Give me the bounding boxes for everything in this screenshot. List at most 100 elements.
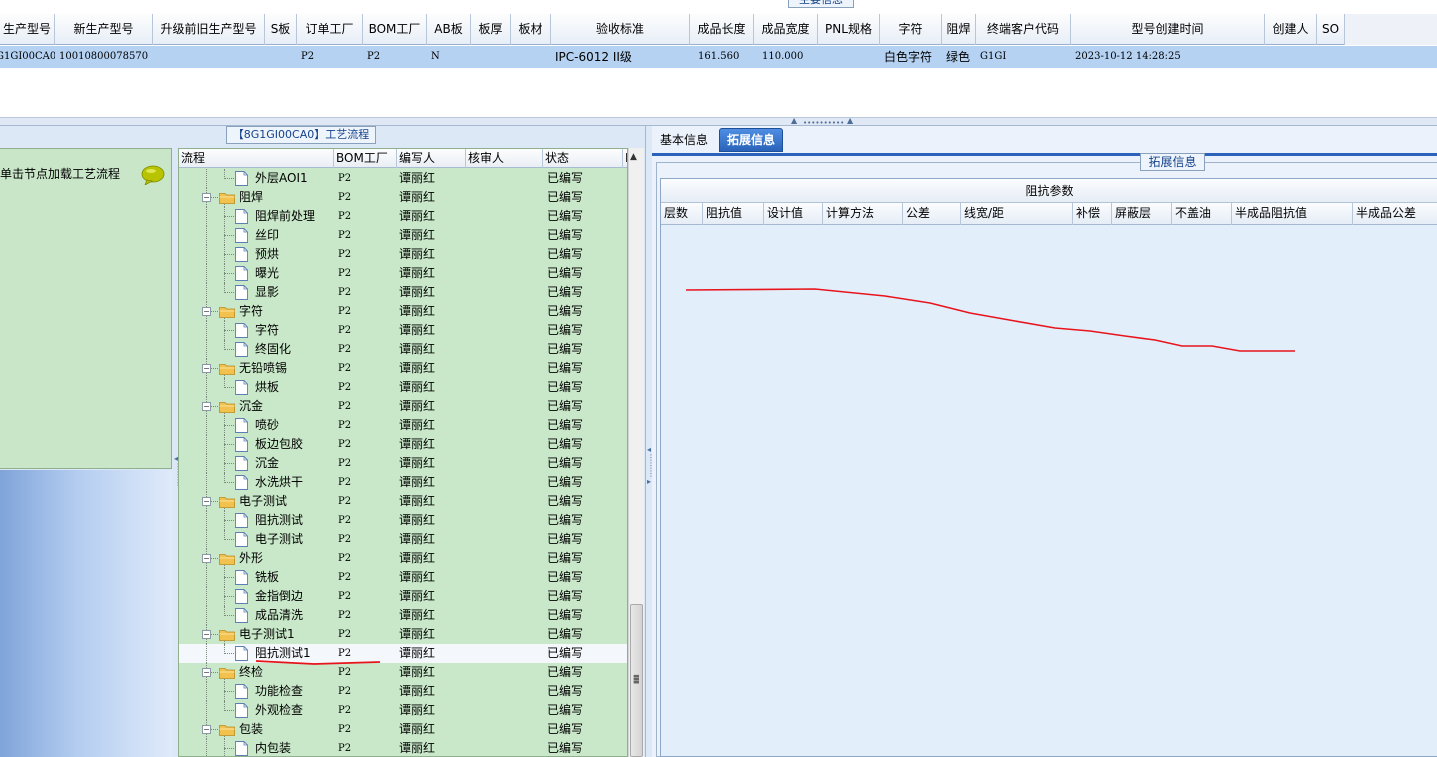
tree-bom-cell[interactable]: P2 — [334, 207, 397, 226]
tree-status-cell[interactable]: 已编写 — [543, 378, 623, 397]
main-row-cell[interactable]: IPC-6012 II级 — [551, 46, 690, 68]
tree-bom-cell[interactable]: P2 — [334, 169, 397, 188]
tree-group-row[interactable]: − 外形 P2 谭丽红 已编写 — [179, 549, 627, 568]
main-row-cell[interactable]: P2 — [363, 46, 427, 68]
tree-name-cell[interactable]: − 电子测试1 — [179, 625, 334, 644]
tree-reviewer-cell[interactable] — [466, 663, 543, 682]
tree-reviewer-cell[interactable] — [466, 245, 543, 264]
main-col-header[interactable]: 板材 — [511, 14, 551, 45]
tree-writer-cell[interactable]: 谭丽红 — [397, 587, 466, 606]
tree-bom-cell[interactable]: P2 — [334, 264, 397, 283]
tree-name-cell[interactable]: 沉金 — [179, 454, 334, 473]
tree-reviewer-cell[interactable] — [466, 511, 543, 530]
tree-bom-cell[interactable]: P2 — [334, 397, 397, 416]
tree-step-row[interactable]: 沉金 P2 谭丽红 已编写 — [179, 454, 627, 473]
main-col-header[interactable]: PNL规格 — [818, 14, 880, 45]
main-col-header[interactable]: 成品长度 — [690, 14, 754, 45]
tree-group-row[interactable]: − 终检 P2 谭丽红 已编写 — [179, 663, 627, 682]
tree-name-cell[interactable]: 板边包胶 — [179, 435, 334, 454]
tree-writer-cell[interactable]: 谭丽红 — [397, 530, 466, 549]
tree-status-cell[interactable]: 已编写 — [543, 397, 623, 416]
tree-writer-cell[interactable]: 谭丽红 — [397, 207, 466, 226]
tree-writer-cell[interactable]: 谭丽红 — [397, 568, 466, 587]
tree-group-row[interactable]: − 沉金 P2 谭丽红 已编写 — [179, 397, 627, 416]
horizontal-splitter[interactable]: •••••••••• ▲ ▲ — [0, 117, 1437, 127]
tree-writer-cell[interactable]: 谭丽红 — [397, 302, 466, 321]
tree-status-cell[interactable]: 已编写 — [543, 606, 623, 625]
impedance-col-header[interactable]: 半成品阻抗值 — [1232, 203, 1353, 225]
impedance-col-header[interactable]: 计算方法 — [823, 203, 903, 225]
tree-node-label[interactable]: 喷砂 — [255, 416, 279, 435]
tree-writer-cell[interactable]: 谭丽红 — [397, 682, 466, 701]
tree-reviewer-cell[interactable] — [466, 340, 543, 359]
tree-reviewer-cell[interactable] — [466, 701, 543, 720]
tree-name-cell[interactable]: − 沉金 — [179, 397, 334, 416]
tree-node-label[interactable]: 外观检查 — [255, 701, 303, 720]
tree-bom-cell[interactable]: P2 — [334, 568, 397, 587]
tree-step-row[interactable]: 预烘 P2 谭丽红 已编写 — [179, 245, 627, 264]
tree-reviewer-cell[interactable] — [466, 625, 543, 644]
tree-status-cell[interactable]: 已编写 — [543, 245, 623, 264]
tree-writer-cell[interactable]: 谭丽红 — [397, 226, 466, 245]
main-row-cell[interactable] — [511, 46, 551, 68]
tree-step-row[interactable]: 外观检查 P2 谭丽红 已编写 — [179, 701, 627, 720]
collapse-toggle-icon[interactable]: − — [202, 668, 211, 677]
tree-reviewer-cell[interactable] — [466, 739, 543, 756]
tree-node-label[interactable]: 显影 — [255, 283, 279, 302]
tree-reviewer-cell[interactable] — [466, 473, 543, 492]
tree-reviewer-cell[interactable] — [466, 321, 543, 340]
main-col-header[interactable]: 验收标准 — [551, 14, 690, 45]
collapse-toggle-icon[interactable]: − — [202, 364, 211, 373]
tree-bom-cell[interactable]: P2 — [334, 530, 397, 549]
tree-name-cell[interactable]: 预烘 — [179, 245, 334, 264]
impedance-col-header[interactable]: 公差 — [903, 203, 961, 225]
impedance-col-header[interactable]: 不盖油 — [1172, 203, 1232, 225]
tree-name-cell[interactable]: 喷砂 — [179, 416, 334, 435]
main-row-cell[interactable] — [1265, 46, 1317, 68]
scroll-up-icon[interactable]: ▲ — [630, 152, 637, 162]
tree-bom-cell[interactable]: P2 — [334, 340, 397, 359]
tree-status-cell[interactable]: 已编写 — [543, 454, 623, 473]
tree-reviewer-cell[interactable] — [466, 720, 543, 739]
tree-writer-cell[interactable]: 谭丽红 — [397, 188, 466, 207]
tree-writer-cell[interactable]: 谭丽红 — [397, 720, 466, 739]
tree-name-cell[interactable]: − 外形 — [179, 549, 334, 568]
tree-bom-cell[interactable]: P2 — [334, 720, 397, 739]
impedance-col-header[interactable]: 层数 — [661, 203, 703, 225]
main-row-cell[interactable] — [471, 46, 511, 68]
tree-status-cell[interactable]: 已编写 — [543, 492, 623, 511]
tree-reviewer-cell[interactable] — [466, 530, 543, 549]
tree-node-label[interactable]: 成品清洗 — [255, 606, 303, 625]
tab-extended-info[interactable]: 拓展信息 — [719, 128, 784, 152]
tree-name-cell[interactable]: 字符 — [179, 321, 334, 340]
tree-writer-cell[interactable]: 谭丽红 — [397, 644, 466, 663]
collapse-up-icon[interactable]: ▲ — [791, 117, 797, 125]
tree-writer-cell[interactable]: 谭丽红 — [397, 701, 466, 720]
tree-name-cell[interactable]: 外观检查 — [179, 701, 334, 720]
tree-step-row[interactable]: 成品清洗 P2 谭丽红 已编写 — [179, 606, 627, 625]
tree-step-row[interactable]: 丝印 P2 谭丽红 已编写 — [179, 226, 627, 245]
tree-bom-cell[interactable]: P2 — [334, 378, 397, 397]
tree-writer-cell[interactable]: 谭丽红 — [397, 435, 466, 454]
tree-reviewer-cell[interactable] — [466, 302, 543, 321]
tree-node-label[interactable]: 字符 — [239, 302, 263, 321]
tree-reviewer-cell[interactable] — [466, 378, 543, 397]
tree-step-row[interactable]: 阻抗测试 P2 谭丽红 已编写 — [179, 511, 627, 530]
tree-node-label[interactable]: 板边包胶 — [255, 435, 303, 454]
tree-bom-cell[interactable]: P2 — [334, 454, 397, 473]
tree-reviewer-cell[interactable] — [466, 587, 543, 606]
tree-bom-cell[interactable]: P2 — [334, 245, 397, 264]
tree-name-cell[interactable]: 功能检查 — [179, 682, 334, 701]
tree-step-row[interactable]: 终固化 P2 谭丽红 已编写 — [179, 340, 627, 359]
tree-writer-cell[interactable]: 谭丽红 — [397, 359, 466, 378]
tree-writer-cell[interactable]: 谭丽红 — [397, 321, 466, 340]
tree-step-row[interactable]: 烘板 P2 谭丽红 已编写 — [179, 378, 627, 397]
node-hint-box[interactable]: 单击节点加载工艺流程 — [0, 148, 172, 469]
tree-node-label[interactable]: 曝光 — [255, 264, 279, 283]
main-row-cell[interactable]: N — [427, 46, 471, 68]
tree-bom-cell[interactable]: P2 — [334, 435, 397, 454]
main-col-header[interactable]: 生产型号 — [0, 14, 55, 45]
tree-name-cell[interactable]: 烘板 — [179, 378, 334, 397]
tree-status-cell[interactable]: 已编写 — [543, 644, 623, 663]
main-row-cell[interactable]: 161.560 — [690, 46, 754, 68]
